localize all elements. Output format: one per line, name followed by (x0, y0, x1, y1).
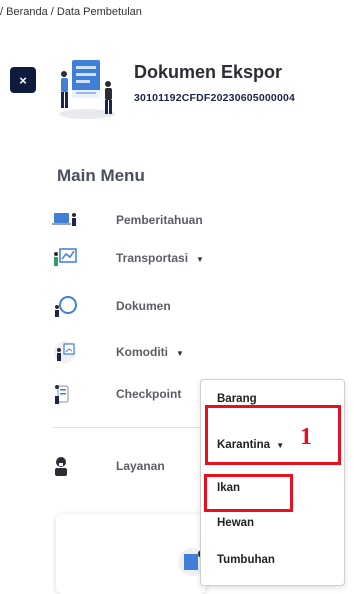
menu-item-pemberitahuan[interactable]: Pemberitahuan (52, 208, 203, 232)
chevron-down-icon: ▼ (176, 349, 184, 358)
presentation-icon (54, 341, 76, 363)
menu-label-checkpoint: Checkpoint (116, 387, 182, 401)
menu-label-komoditi: Komoditi ▼ (116, 345, 184, 359)
close-icon: × (19, 72, 27, 88)
menu-item-transportasi[interactable]: Transportasi ▼ (52, 246, 204, 270)
menu-item-dokumen[interactable]: Dokumen (52, 294, 171, 318)
document-illustration-icon (59, 60, 115, 119)
chevron-down-icon: ▼ (196, 255, 204, 264)
menu-label-pemberitahuan: Pemberitahuan (116, 213, 203, 227)
highlight-box-ikan (204, 474, 293, 512)
breadcrumb: / Beranda / Data Pembetulan (0, 6, 142, 18)
close-button[interactable]: × (10, 67, 36, 93)
menu-item-komoditi[interactable]: Komoditi ▼ (52, 340, 184, 364)
menu-item-checkpoint[interactable]: Checkpoint (52, 382, 181, 406)
menu-label-layanan: Layanan (116, 459, 165, 473)
menu-label-transportasi: Transportasi ▼ (116, 251, 204, 265)
document-person-icon (55, 296, 77, 317)
menu-divider (52, 427, 202, 428)
chart-board-icon (54, 248, 77, 266)
menu-item-layanan[interactable]: Layanan (52, 454, 165, 478)
document-id: 30101192CFDF20230605000004 (134, 92, 296, 104)
checkpoint-person-icon (55, 385, 69, 404)
support-agent-icon (55, 457, 67, 476)
laptop-person-icon (52, 213, 76, 226)
document-title: Dokumen Ekspor (134, 62, 283, 82)
highlight-box-karantina (205, 405, 341, 465)
dropdown-item-hewan[interactable]: Hewan (217, 517, 254, 529)
dropdown-item-tumbuhan[interactable]: Tumbuhan (217, 554, 275, 566)
menu-label-dokumen: Dokumen (116, 299, 171, 313)
annotation-number: 1 (300, 424, 312, 450)
main-menu-title: Main Menu (57, 166, 145, 185)
dropdown-item-barang[interactable]: Barang (217, 393, 257, 405)
